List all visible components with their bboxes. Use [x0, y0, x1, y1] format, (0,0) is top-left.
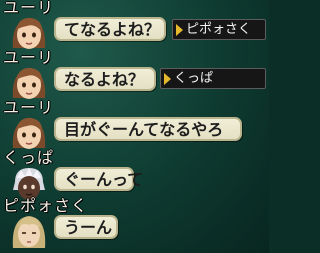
speech-bubble: てなるよね？	[54, 17, 166, 41]
chat-log: ユーリ てなるよね？ ピポォさく ユーリ なるよね？ くっぱ ユーリ 目がぐーん…	[0, 0, 269, 253]
speech-bubble: うーん	[54, 215, 118, 239]
yuri-avatar-icon	[12, 67, 46, 99]
chat-message: ユーリ なるよね？ くっぱ	[0, 50, 269, 100]
yuri-avatar-icon	[12, 117, 46, 149]
chat-message: くっぱ ぐーんって	[0, 150, 269, 200]
chat-message: ユーリ 目がぐーんてなるやろ	[0, 100, 269, 150]
chat-message: ユーリ てなるよね？ ピポォさく	[0, 0, 269, 50]
target-arrow-icon	[176, 24, 183, 36]
yuri-avatar-icon	[12, 17, 46, 49]
speech-bubble: なるよね？	[54, 67, 156, 91]
reply-target-tag[interactable]: ピポォさく	[172, 19, 266, 40]
speech-bubble: ぐーんって	[54, 167, 143, 191]
speech-bubble: 目がぐーんてなるやろ	[54, 117, 242, 141]
pipo-avatar-icon	[12, 216, 46, 248]
chat-message: ピポォさく うーん	[0, 198, 269, 248]
reply-target-tag[interactable]: くっぱ	[160, 68, 266, 89]
target-arrow-icon	[164, 73, 171, 85]
